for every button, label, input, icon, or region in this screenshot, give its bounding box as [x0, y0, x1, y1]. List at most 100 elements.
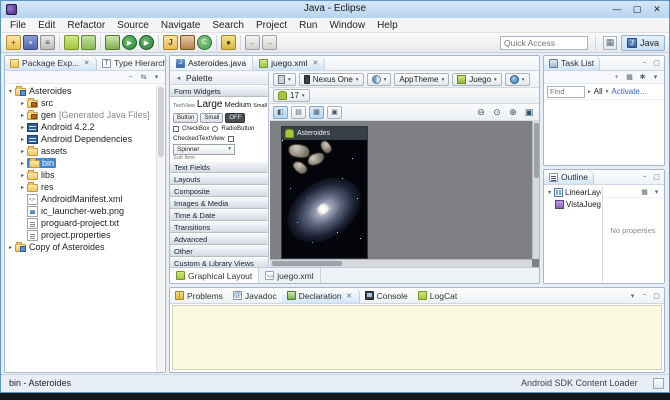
palette-category-transitions[interactable]: Transitions	[170, 221, 268, 233]
properties-menu-icon[interactable]: ▾	[652, 188, 661, 196]
expand-arrow-icon[interactable]: ▸	[18, 136, 27, 143]
menu-navigate[interactable]: Navigate	[155, 18, 206, 33]
zoom-out-icon[interactable]: ⊖	[474, 106, 488, 119]
tree-item-src[interactable]: ▸ src	[6, 97, 156, 109]
expand-arrow-icon[interactable]: ▸	[18, 112, 27, 119]
layout-canvas[interactable]: Asteroides	[270, 121, 539, 267]
menu-window[interactable]: Window	[323, 18, 371, 33]
menu-search[interactable]: Search	[206, 18, 250, 33]
filter-icon[interactable]: ✱	[638, 73, 647, 81]
minimize-button[interactable]: —	[608, 3, 626, 16]
palette-category-form-widgets[interactable]: Form Widgets	[170, 85, 268, 97]
collapse-palette-icon[interactable]: ◂	[174, 74, 183, 82]
menu-project[interactable]: Project	[250, 18, 293, 33]
tab-close-icon[interactable]: ✕	[82, 59, 91, 67]
expand-arrow-icon[interactable]: ▸	[18, 184, 27, 191]
scrollbar-thumb[interactable]	[272, 261, 342, 266]
api-level-dropdown[interactable]: 17 ▾	[273, 89, 310, 102]
minimize-view-icon[interactable]: −	[640, 60, 649, 67]
expand-arrow-icon[interactable]: ▾	[545, 189, 554, 196]
tab-task-list[interactable]: Task List	[544, 56, 601, 70]
orientation-dropdown[interactable]: ▾	[273, 73, 296, 86]
zoom-100-icon[interactable]: ⊙	[490, 106, 504, 119]
palette-item-spinner[interactable]: Spinner ▾	[173, 143, 235, 155]
tree-item-androidmanifest[interactable]: AndroidManifest.xml	[6, 193, 156, 205]
properties-sort-icon[interactable]: ▦	[640, 188, 649, 196]
tree-item-android-dependencies[interactable]: ▸ Android Dependencies	[6, 133, 156, 145]
quick-access-input[interactable]	[499, 35, 588, 50]
show-rulers-toggle[interactable]: ▣	[327, 105, 342, 119]
tab-juego-xml-source[interactable]: juego.xml	[259, 268, 321, 283]
android-sdk-manager-icon[interactable]	[64, 35, 79, 50]
tab-declaration[interactable]: Declaration ✕	[281, 288, 360, 303]
save-icon[interactable]: ▪	[23, 35, 38, 50]
maximize-view-icon[interactable]: ▢	[652, 292, 661, 300]
tree-item-assets[interactable]: ▸ assets	[6, 145, 156, 157]
new-java-project-icon[interactable]: J	[163, 35, 178, 50]
canvas-horizontal-scrollbar[interactable]	[270, 259, 532, 267]
expand-arrow-icon[interactable]: ▸	[18, 100, 27, 107]
palette-category-text-fields[interactable]: Text Fields	[170, 161, 268, 173]
tab-javadoc[interactable]: @ Javadoc	[228, 288, 282, 303]
forward-icon[interactable]: →	[262, 35, 277, 50]
new-wizard-icon[interactable]: +	[6, 35, 21, 50]
search-icon[interactable]: ●	[221, 35, 236, 50]
avd-manager-icon[interactable]	[81, 35, 96, 50]
tree-item-proguard-project[interactable]: proguard-project.txt	[6, 217, 156, 229]
scrollbar-thumb[interactable]	[158, 87, 164, 157]
tree-item-res[interactable]: ▸ res	[6, 181, 156, 193]
tab-problems[interactable]: ! Problems	[170, 288, 228, 303]
categorize-icon[interactable]: ▦	[625, 73, 634, 81]
editor-tab-juego-xml[interactable]: juego.xml ✕	[253, 56, 326, 70]
back-icon[interactable]: ←	[245, 35, 260, 50]
find-input[interactable]	[547, 85, 585, 98]
tree-item-asteroides[interactable]: ▾ Asteroides	[6, 85, 156, 97]
menu-file[interactable]: File	[4, 18, 32, 33]
editor-tab-asteroides-java[interactable]: J Asteroides.java	[170, 56, 254, 70]
view-menu-icon[interactable]: ▾	[628, 292, 637, 300]
game-view-preview[interactable]	[282, 140, 367, 258]
tree-item-bin[interactable]: ▸ bin	[6, 157, 156, 169]
activity-dropdown[interactable]: Juego ▾	[452, 73, 502, 86]
apptheme-dropdown[interactable]: AppTheme ▾	[394, 73, 450, 86]
outline-node-linearlayout[interactable]: ▾ LinearLayout	[545, 186, 601, 198]
zoom-in-icon[interactable]: ⊕	[506, 106, 520, 119]
open-perspective-icon[interactable]: ▦	[602, 35, 617, 50]
locale-dropdown[interactable]: ▾	[504, 73, 530, 86]
palette-category-other[interactable]: Other	[170, 245, 268, 257]
palette-item-button[interactable]: Button	[173, 112, 199, 123]
progress-view-icon[interactable]	[653, 378, 664, 389]
tab-console[interactable]: Console	[360, 288, 413, 303]
minimize-view-icon[interactable]: −	[640, 292, 649, 299]
palette-item-checkedtextview[interactable]: CheckedTextView	[173, 135, 225, 142]
palette-category-layouts[interactable]: Layouts	[170, 173, 268, 185]
outline-node-vistajuego[interactable]: VistaJuego	[545, 198, 601, 210]
expand-arrow-icon[interactable]: ▾	[6, 88, 15, 95]
tree-item-project-properties[interactable]: project.properties	[6, 229, 156, 241]
tree-item-libs[interactable]: ▸ libs	[6, 169, 156, 181]
scope-all-dropdown[interactable]: All	[594, 87, 603, 96]
palette-category-advanced[interactable]: Advanced	[170, 233, 268, 245]
device-preview[interactable]: Asteroides	[281, 126, 368, 259]
show-margins-toggle[interactable]: ▤	[291, 105, 306, 119]
tab-graphical-layout[interactable]: Graphical Layout	[170, 268, 260, 283]
tab-close-icon[interactable]: ✕	[345, 292, 354, 300]
tree-item-android-422[interactable]: ▸ Android 4.2.2	[6, 121, 156, 133]
scrollbar-thumb[interactable]	[534, 123, 539, 178]
close-button[interactable]: ✕	[648, 3, 666, 16]
link-with-editor-icon[interactable]: ⇆	[139, 73, 148, 81]
activate-link[interactable]: Activate...	[611, 87, 646, 96]
minimize-view-icon[interactable]: −	[640, 174, 649, 181]
expand-arrow-icon[interactable]: ▸	[18, 124, 27, 131]
expand-arrow-icon[interactable]: ▸	[18, 148, 27, 155]
tab-package-explorer[interactable]: Package Exp... ✕	[5, 56, 98, 70]
tree-item-gen[interactable]: ▸ gen [Generated Java Files]	[6, 109, 156, 121]
new-class-icon[interactable]: C	[197, 35, 212, 50]
palette-item-checkbox[interactable]: CheckBox	[182, 126, 209, 132]
tab-close-icon[interactable]: ✕	[313, 59, 319, 67]
palette-category-time-date[interactable]: Time & Date	[170, 209, 268, 221]
title-bar[interactable]: Java - Eclipse — ▢ ✕	[1, 1, 669, 18]
menu-source[interactable]: Source	[111, 18, 155, 33]
canvas-vertical-scrollbar[interactable]	[532, 121, 539, 259]
expand-arrow-icon[interactable]: ▸	[18, 172, 27, 179]
